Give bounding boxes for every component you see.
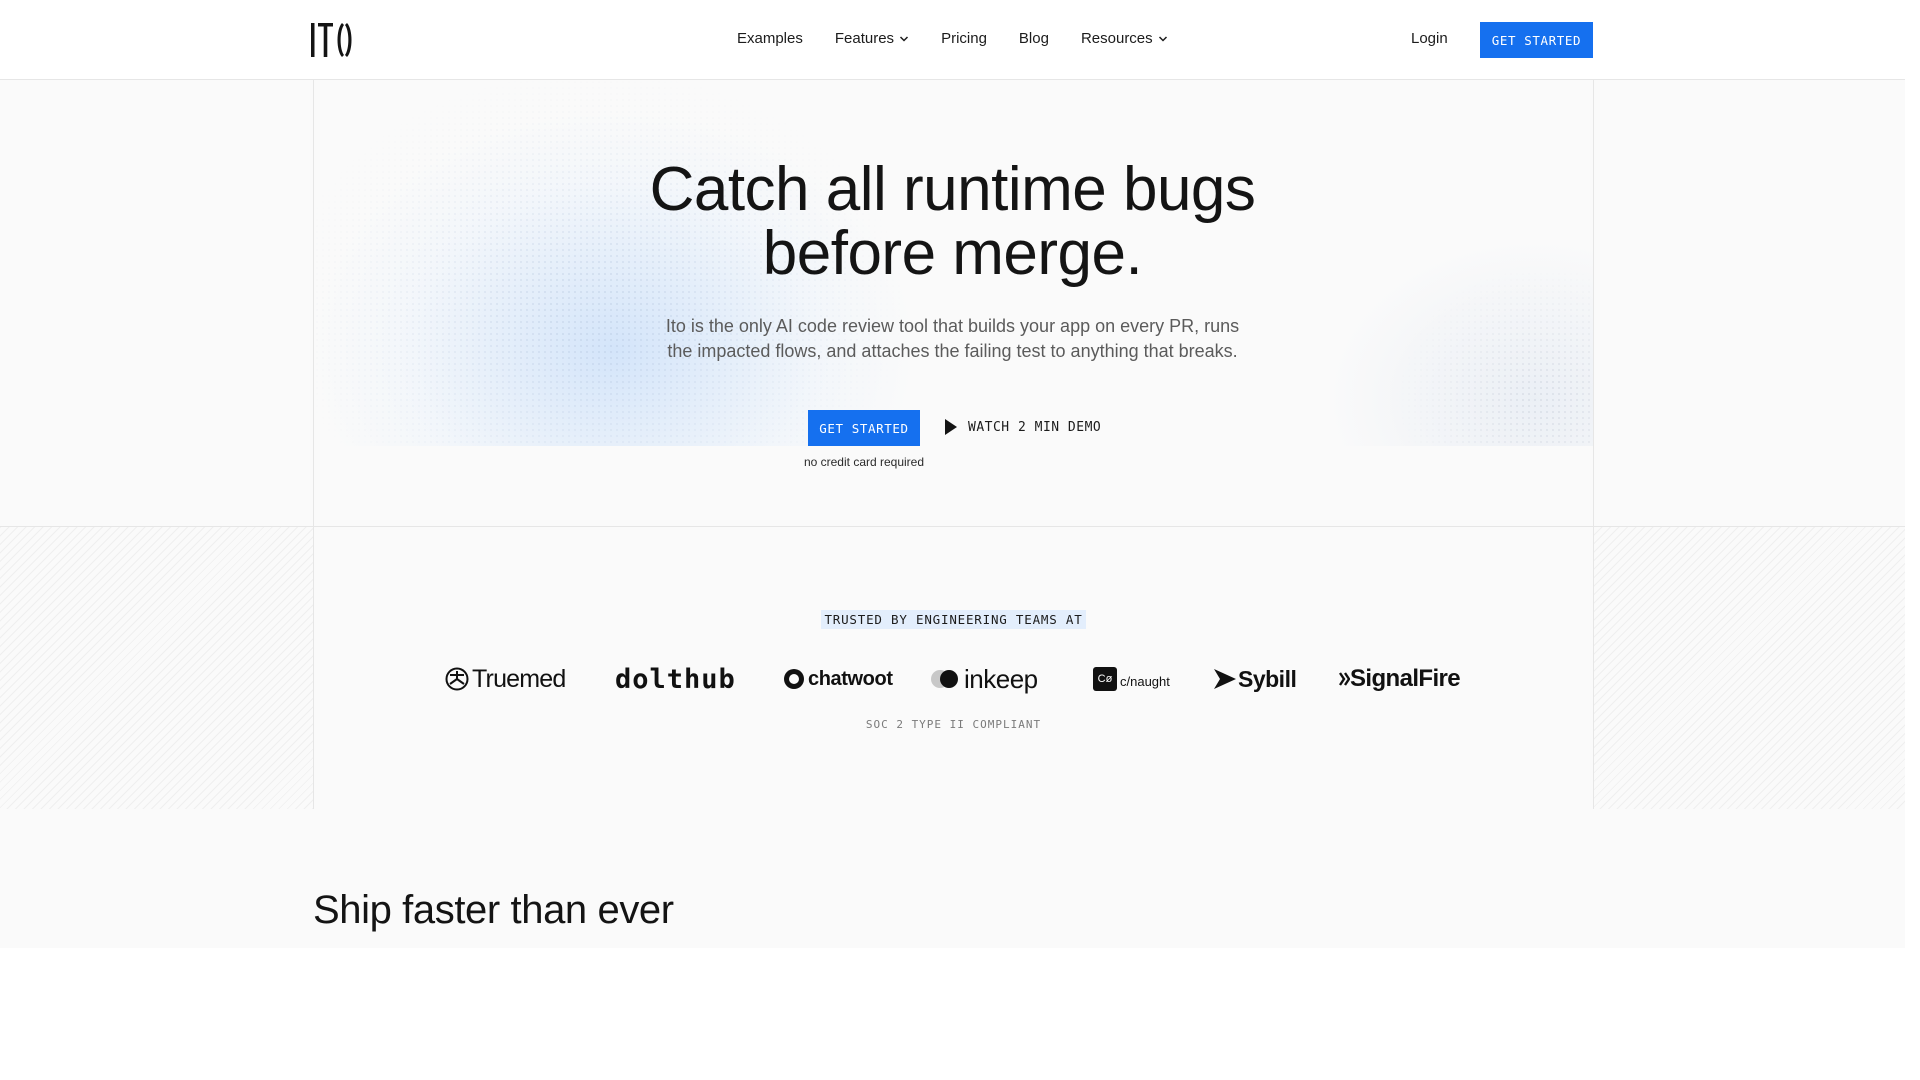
chevron-down-icon — [1158, 35, 1167, 42]
logo-sybill-text: Sybill — [1238, 665, 1297, 692]
hatch-pattern-right — [1593, 527, 1905, 809]
logo-chatwoot-text: chatwoot — [808, 667, 893, 690]
hero-subtitle-line-2: the impacted flows, and attaches the fai… — [667, 341, 1238, 361]
play-icon — [945, 419, 957, 435]
customer-logos-row: Truemed dolthub chatwoot inkeep Cø c/nau… — [314, 659, 1593, 699]
hatch-pattern-left — [0, 527, 313, 809]
hero-title-line-2: before merge. — [762, 219, 1143, 288]
nav-examples-label: Examples — [737, 30, 803, 47]
nav-resources-label: Resources — [1080, 30, 1153, 47]
truemed-mark-icon — [445, 667, 469, 691]
logo-truemed: Truemed — [445, 659, 566, 699]
login-link[interactable]: Login — [1411, 30, 1448, 47]
no-credit-card-note: no credit card required — [803, 455, 925, 469]
hero-section — [313, 79, 1594, 526]
nav-blog-label: Blog — [1018, 30, 1049, 47]
watch-demo-button[interactable]: WATCH 2 MIN DEMO — [944, 418, 1101, 436]
hero-subtitle: Ito is the only AI code review tool that… — [613, 314, 1292, 364]
watch-demo-label: WATCH 2 MIN DEMO — [968, 419, 1102, 435]
soc-compliance-text: SOC 2 TYPE II COMPLIANT — [865, 718, 1042, 731]
chatwoot-mark-icon — [784, 669, 804, 689]
logo-sybill: Sybill — [1213, 659, 1297, 699]
logo-chatwoot: chatwoot — [783, 659, 893, 699]
page-viewport: Examples Features Pricing Blog Resources… — [0, 0, 1905, 948]
logo-dolthub: dolthub — [615, 659, 736, 699]
logo-cnaught-badge: Cø — [1097, 673, 1113, 685]
ito-logo[interactable] — [311, 21, 353, 59]
ship-section-title: Ship faster than ever — [313, 888, 674, 932]
trusted-by-panel: TRUSTED BY ENGINEERING TEAMS AT Truemed … — [313, 527, 1594, 809]
cnaught-mark-icon: Cø — [1093, 667, 1117, 691]
chevron-down-icon — [900, 35, 909, 42]
nav-links: Examples Features Pricing Blog Resources — [737, 30, 1200, 47]
nav-blog[interactable]: Blog — [1019, 30, 1049, 47]
inkeep-mark-icon — [931, 670, 958, 688]
trusted-heading: TRUSTED BY ENGINEERING TEAMS AT — [314, 610, 1593, 629]
hero-title: Catch all runtime bugs before merge. — [313, 158, 1592, 286]
hero-title-line-1: Catch all runtime bugs — [649, 155, 1256, 224]
nav-features-label: Features — [834, 30, 895, 47]
hero-get-started-button[interactable]: GET STARTED — [808, 410, 920, 446]
logo-truemed-text: Truemed — [472, 664, 566, 693]
nav-pricing[interactable]: Pricing — [941, 30, 987, 47]
logo-dolthub-text: dolthub — [615, 663, 736, 695]
logo-cnaught: Cø c/naught — [1093, 659, 1170, 699]
top-navigation: Examples Features Pricing Blog Resources… — [0, 0, 1905, 80]
logo-cnaught-text: c/naught — [1120, 673, 1170, 689]
logo-signalfire: SignalFire — [1338, 659, 1461, 699]
nav-features[interactable]: Features — [835, 30, 909, 47]
nav-examples[interactable]: Examples — [737, 30, 803, 47]
nav-pricing-label: Pricing — [941, 30, 987, 47]
hero-subtitle-line-1: Ito is the only AI code review tool that… — [665, 316, 1240, 336]
sybill-mark-icon — [1214, 669, 1236, 689]
logo-inkeep-text: inkeep — [964, 663, 1038, 694]
trusted-heading-text: TRUSTED BY ENGINEERING TEAMS AT — [821, 610, 1086, 629]
signalfire-mark-icon — [1339, 672, 1350, 686]
logo-inkeep: inkeep — [929, 659, 1038, 699]
logo-signalfire-text: SignalFire — [1350, 665, 1461, 692]
nav-get-started-button[interactable]: GET STARTED — [1480, 22, 1593, 58]
trusted-by-section: TRUSTED BY ENGINEERING TEAMS AT Truemed … — [0, 526, 1905, 809]
nav-resources[interactable]: Resources — [1081, 30, 1168, 47]
